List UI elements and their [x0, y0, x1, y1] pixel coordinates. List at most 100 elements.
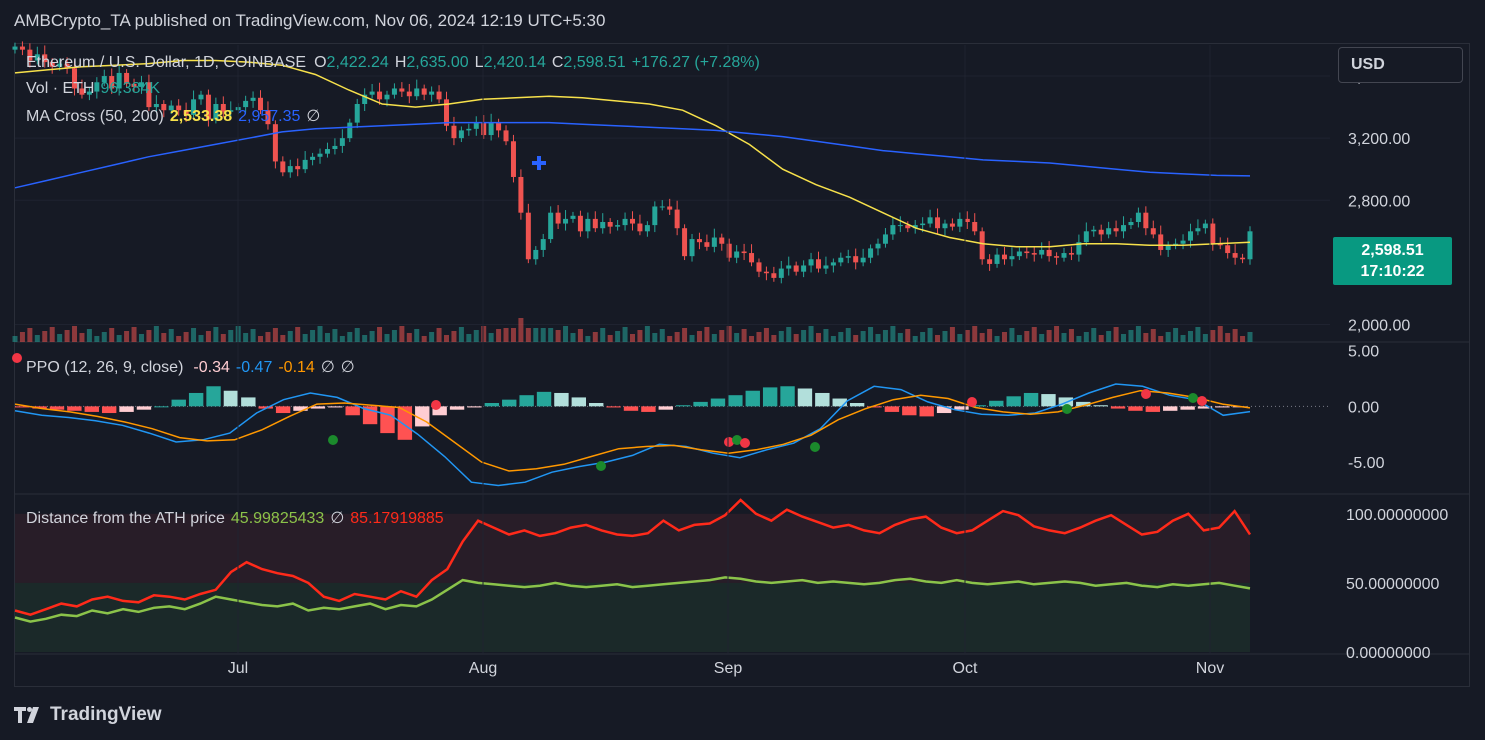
price-axis-tick: 2,800.00	[1348, 193, 1410, 210]
volume-bar	[399, 326, 405, 342]
ppo-cross-dot	[12, 353, 22, 363]
ppo-histogram-bar	[101, 406, 117, 414]
volume-bar	[935, 335, 941, 342]
symbol-legend: Ethereum / U.S. Dollar, 1D, COINBASE O2,4…	[26, 54, 766, 72]
candle-body	[763, 271, 769, 274]
volume-bar	[555, 330, 561, 342]
volume-bar	[1158, 336, 1164, 342]
candle-body	[533, 249, 539, 260]
volume-value: 96.384K	[100, 80, 161, 97]
volume-bar	[146, 330, 152, 342]
candle-body	[927, 217, 933, 224]
volume-bar	[1247, 332, 1253, 342]
volume-bar	[548, 328, 554, 342]
ppo-histogram-bar	[919, 406, 934, 417]
ppo-histogram-bar	[589, 403, 604, 407]
ppo-histogram-bar	[745, 390, 760, 407]
ppo-hist-value: -0.34	[193, 359, 230, 376]
volume-bar	[466, 334, 472, 342]
volume-bar	[414, 329, 420, 342]
candle-body	[607, 222, 613, 227]
volume-bar	[183, 332, 189, 342]
ppo-histogram-bar	[1215, 406, 1230, 408]
ppo-histogram-bar	[119, 406, 134, 412]
volume-bar	[845, 328, 851, 342]
volume-bar	[1009, 328, 1015, 342]
ppo-histogram-bar	[467, 406, 482, 408]
volume-bar	[1113, 327, 1119, 342]
volume-bar	[942, 331, 948, 342]
volume-bar	[1187, 331, 1193, 342]
candle-body	[332, 145, 338, 150]
ma-cross-marker	[532, 156, 546, 170]
volume-bar	[347, 332, 353, 342]
ppo-histogram-bar	[675, 405, 691, 407]
volume-bar	[1210, 330, 1216, 342]
volume-bar	[332, 329, 338, 342]
ppo-histogram-bar	[67, 406, 82, 411]
volume-bar	[258, 336, 264, 342]
volume-bar	[1165, 332, 1171, 342]
ppo-histogram-bar	[762, 387, 778, 407]
volume-bar	[540, 328, 546, 342]
volume-bar	[228, 330, 234, 342]
candle-body	[1061, 253, 1067, 258]
volume-bar	[496, 329, 502, 342]
candle-body	[808, 259, 814, 266]
volume-bar	[42, 331, 48, 342]
candle-body	[1135, 212, 1141, 222]
volume-bar	[979, 333, 985, 342]
price-axis-tick: 2,000.00	[1348, 317, 1410, 334]
volume-bar	[429, 332, 435, 342]
volume-bar	[592, 332, 598, 342]
candle-body	[853, 256, 859, 263]
volume-bar	[1150, 329, 1156, 342]
volume-bar	[518, 318, 524, 342]
tradingview-brand[interactable]: TradingView	[14, 704, 162, 726]
candle-body	[458, 130, 464, 139]
candle-body	[920, 223, 926, 226]
candle-body	[369, 91, 375, 95]
ppo-histogram-bar	[154, 406, 169, 408]
ppo-histogram-bar	[380, 406, 395, 434]
candle-body	[786, 265, 792, 269]
volume-bar	[563, 326, 569, 342]
candle-body	[615, 225, 621, 227]
volume-bar	[1039, 334, 1045, 342]
brand-name: TradingView	[50, 704, 162, 725]
time-axis-tick: Sep	[714, 660, 743, 677]
volume-bar	[704, 327, 710, 342]
currency-button[interactable]: USD	[1338, 47, 1463, 83]
volume-bar	[317, 326, 323, 342]
candle-body	[1240, 257, 1246, 260]
volume-bar	[243, 333, 249, 342]
ppo-histogram-bar	[241, 397, 256, 407]
ma50-value: 2,533.38	[169, 108, 233, 125]
volume-bar	[406, 333, 412, 342]
candle-body	[1158, 234, 1164, 250]
volume-bar	[882, 330, 888, 342]
ppo-histogram-bar	[902, 406, 917, 416]
ppo-histogram-bar	[397, 406, 413, 440]
volume-bar	[391, 330, 397, 342]
ppo-cross-dot	[967, 397, 977, 407]
candle-body	[749, 253, 755, 263]
candle-body	[882, 234, 888, 244]
time-axis-tick: Nov	[1196, 660, 1224, 677]
volume-bar	[220, 334, 226, 342]
volume-bar	[124, 331, 130, 342]
volume-bar	[1202, 334, 1208, 342]
close-value: 2,598.51	[563, 54, 626, 71]
volume-bar	[205, 331, 211, 342]
volume-bar	[920, 332, 926, 342]
candle-body	[272, 124, 278, 162]
candle-body	[756, 262, 762, 272]
volume-bar	[354, 328, 360, 342]
candle-body	[548, 212, 554, 240]
volume-bar	[927, 328, 933, 342]
ath-red-value: 85.17919885	[350, 510, 444, 527]
ppo-cross-dot	[810, 442, 820, 452]
candle-body	[823, 265, 829, 269]
ppo-histogram-bar	[136, 406, 152, 410]
volume-bar	[838, 332, 844, 342]
